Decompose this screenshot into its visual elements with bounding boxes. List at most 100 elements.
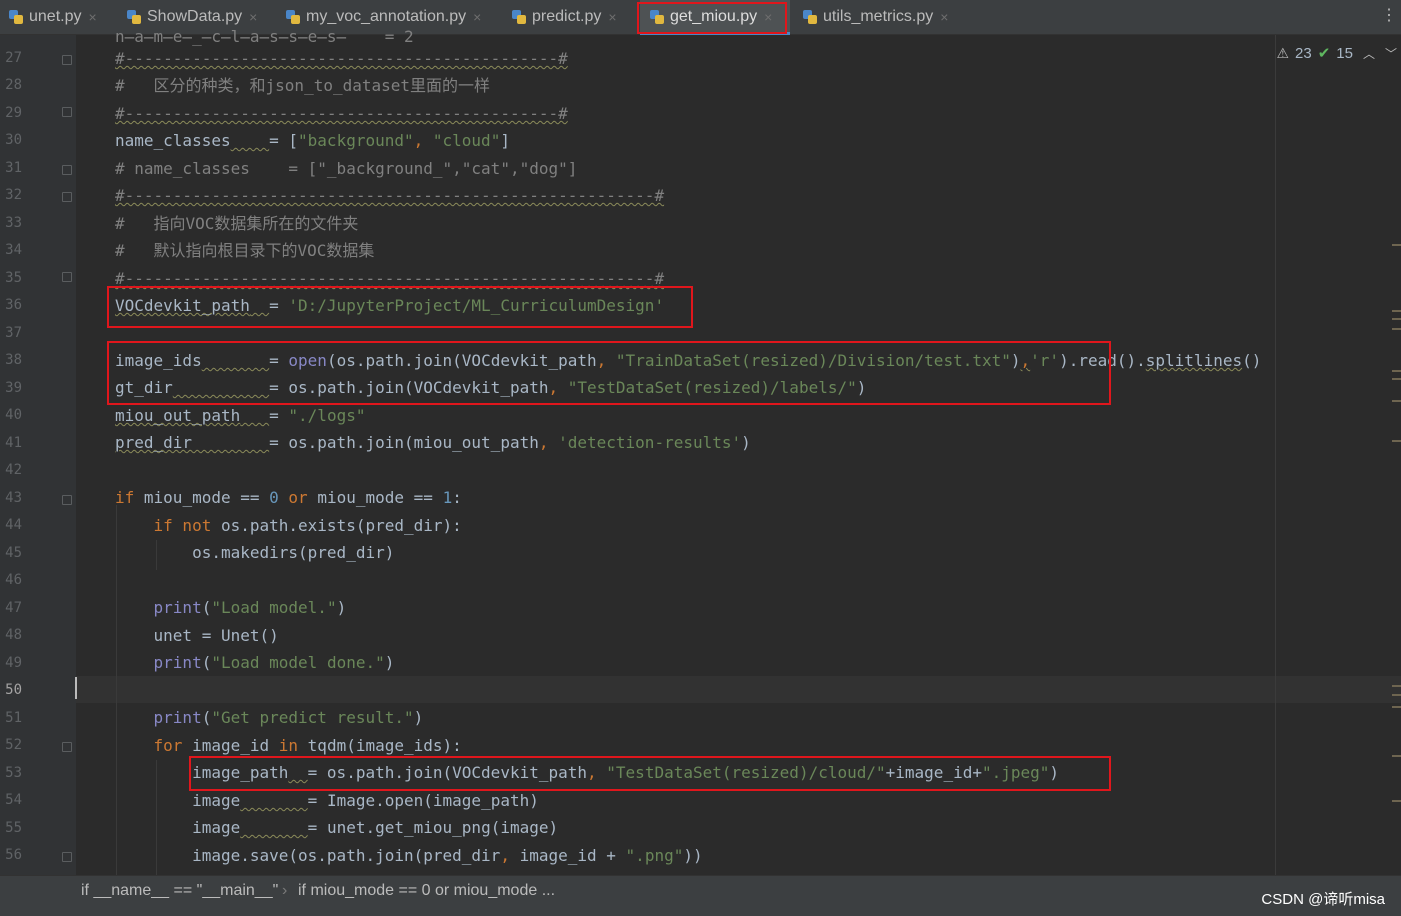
python-file-icon (802, 9, 818, 25)
scrollbar-marker[interactable] (1392, 400, 1401, 402)
code-line: print("Get predict result.") (153, 708, 424, 727)
fold-icon[interactable] (62, 165, 72, 175)
inspection-widget[interactable]: ⚠ 23 ✔ 15 ︿ ﹀ (1276, 44, 1397, 63)
code-line: gt_dir = os.path.join(VOCdevkit_path, "T… (115, 378, 867, 397)
code-line: # 默认指向根目录下的VOC数据集 (115, 241, 375, 260)
python-file-icon (8, 9, 24, 25)
line-number-current: 50 (5, 682, 22, 698)
tab-utils-metrics[interactable]: utils_metrics.py × (802, 0, 948, 34)
code-line: n̶a̶m̶e̶_̶c̶l̶a̶s̶s̶e̶s̶ = 2 (115, 27, 414, 46)
line-number: 33 (5, 215, 22, 231)
line-number: 28 (5, 77, 22, 93)
line-number: 37 (5, 325, 22, 341)
line-number: 34 (5, 242, 22, 258)
tab-unet[interactable]: unet.py × (8, 0, 97, 34)
scrollbar-marker[interactable] (1392, 685, 1401, 687)
scrollbar-marker[interactable] (1392, 755, 1401, 757)
code-line: #---------------------------------------… (115, 186, 665, 205)
fold-icon[interactable] (62, 55, 72, 65)
breadcrumb-separator: › (282, 882, 288, 899)
code-line: os.makedirs(pred_dir) (115, 543, 395, 562)
scrollbar-marker[interactable] (1392, 318, 1401, 320)
close-icon[interactable]: × (249, 9, 257, 25)
line-number: 43 (5, 490, 22, 506)
fold-icon[interactable] (62, 192, 72, 202)
scrollbar-marker[interactable] (1392, 378, 1401, 380)
line-number: 38 (5, 352, 22, 368)
previous-problem-icon[interactable]: ︿ (1363, 45, 1375, 62)
bottom-toolbar (0, 907, 1401, 916)
line-number: 56 (5, 847, 22, 863)
line-number: 40 (5, 407, 22, 423)
tab-predict[interactable]: predict.py × (511, 0, 617, 34)
code-line: name_classes = ["background", "cloud"] (115, 131, 510, 150)
line-number: 27 (5, 50, 22, 66)
tab-label: ShowData.py (147, 8, 243, 25)
code-line: #---------------------------------------… (115, 49, 568, 68)
line-number: 32 (5, 187, 22, 203)
code-line: image = unet.get_miou_png(image) (115, 818, 559, 837)
scrollbar-marker[interactable] (1392, 310, 1401, 312)
scrollbar-marker[interactable] (1392, 800, 1401, 802)
line-number: 39 (5, 380, 22, 396)
next-problem-icon[interactable]: ﹀ (1385, 45, 1397, 62)
code-line: if not os.path.exists(pred_dir): (153, 516, 462, 535)
line-number: 52 (5, 737, 22, 753)
fold-icon[interactable] (62, 495, 72, 505)
python-file-icon (126, 9, 142, 25)
code-line: VOCdevkit_path = 'D:/JupyterProject/ML_C… (115, 296, 665, 315)
code-line: pred_dir = os.path.join(miou_out_path, '… (115, 433, 751, 452)
tab-label: my_voc_annotation.py (306, 8, 467, 25)
tab-label: predict.py (532, 8, 602, 25)
code-line: # 指向VOC数据集所在的文件夹 (115, 214, 359, 233)
code-line: image_ids = open(os.path.join(VOCdevkit_… (115, 351, 1262, 370)
line-number: 35 (5, 270, 22, 286)
line-number: 49 (5, 655, 22, 671)
text-caret (75, 677, 77, 699)
breadcrumb: if __name__ == "__main__" › if miou_mode… (0, 875, 1401, 907)
scrollbar-marker[interactable] (1392, 694, 1401, 696)
line-number: 44 (5, 517, 22, 533)
tab-label: get_miou.py (670, 8, 758, 25)
fold-icon[interactable] (62, 852, 72, 862)
close-icon[interactable]: × (608, 9, 616, 25)
line-number: 29 (5, 105, 22, 121)
line-number: 46 (5, 572, 22, 588)
close-icon[interactable]: × (473, 9, 481, 25)
close-icon[interactable]: × (88, 9, 96, 25)
fold-icon[interactable] (62, 742, 72, 752)
code-line: #---------------------------------------… (115, 269, 665, 288)
current-line-highlight (76, 676, 1401, 703)
scrollbar-marker[interactable] (1392, 244, 1401, 246)
breadcrumb-item-main[interactable]: if __name__ == "__main__" (81, 882, 278, 900)
code-line: image.save(os.path.join(pred_dir, image_… (115, 846, 703, 865)
scrollbar-marker[interactable] (1392, 328, 1401, 330)
scrollbar-marker[interactable] (1392, 706, 1401, 708)
close-icon[interactable]: × (940, 9, 948, 25)
code-line: if miou_mode == 0 or miou_mode == 1: (115, 488, 462, 507)
tab-label: unet.py (29, 8, 82, 25)
line-number: 31 (5, 160, 22, 176)
fold-icon[interactable] (62, 107, 72, 117)
weak-warning-check-icon: ✔ (1317, 45, 1331, 62)
line-number: 42 (5, 462, 22, 478)
code-line: print("Load model done.") (153, 653, 395, 672)
code-line: unet = Unet() (115, 626, 279, 645)
close-icon[interactable]: × (764, 9, 772, 25)
breadcrumb-item-if-miou[interactable]: if miou_mode == 0 or miou_mode ... (298, 882, 555, 900)
scrollbar-marker[interactable] (1392, 370, 1401, 372)
code-line: print("Load model.") (153, 598, 347, 617)
python-file-icon (649, 9, 665, 25)
tab-get-miou[interactable]: get_miou.py × (640, 0, 790, 35)
more-vertical-icon[interactable]: ⋮ (1381, 8, 1397, 24)
scrollbar-marker[interactable] (1392, 440, 1401, 442)
line-number: 30 (5, 132, 22, 148)
code-line: image_path = os.path.join(VOCdevkit_path… (115, 763, 1060, 782)
line-number-gutter: 27 28 29 30 31 32 33 34 35 36 37 38 39 4… (0, 35, 76, 875)
fold-icon[interactable] (62, 272, 72, 282)
line-number: 51 (5, 710, 22, 726)
warning-count: 23 (1295, 44, 1312, 62)
line-number: 47 (5, 600, 22, 616)
line-number: 45 (5, 545, 22, 561)
line-number: 36 (5, 297, 22, 313)
